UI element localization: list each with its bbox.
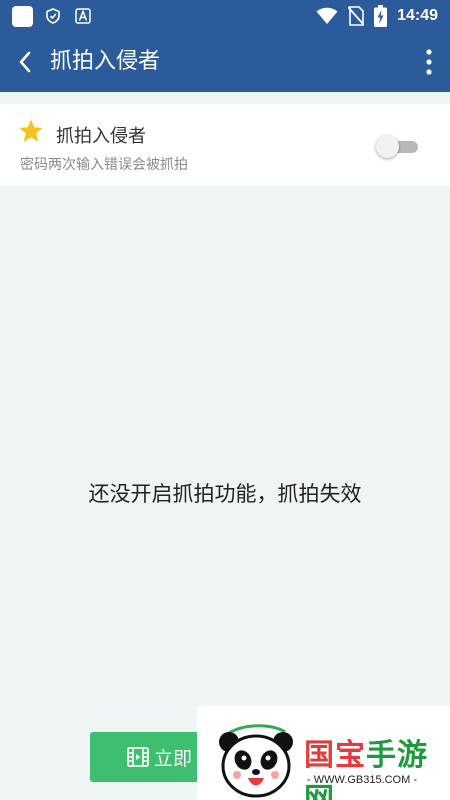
app-square-icon [12, 6, 33, 27]
empty-state-message: 还没开启抓拍功能，抓拍失效 [88, 482, 362, 506]
intruder-capture-setting[interactable]: 抓拍入侵者 密码两次输入错误会被抓拍 [0, 104, 450, 186]
watermark-site: - WWW.GB315.COM - [307, 774, 417, 786]
status-bar: 14:49 [0, 0, 450, 32]
page-title: 抓拍入侵者 [50, 49, 161, 74]
wifi-icon [316, 7, 338, 24]
setting-description: 密码两次输入错误会被抓拍 [20, 157, 188, 173]
film-icon [127, 747, 149, 767]
font-a-icon [75, 8, 91, 24]
more-vert-icon[interactable] [424, 48, 434, 76]
start-now-label: 立即 [154, 748, 193, 770]
star-icon [19, 119, 43, 142]
no-sim-icon [348, 6, 365, 26]
panda-logo-icon [219, 724, 293, 798]
toolbar: 抓拍入侵者 [0, 32, 450, 92]
back-arrow-icon[interactable] [14, 48, 38, 76]
watermark-brand: 国宝手游网 [304, 730, 450, 800]
battery-charging-icon [374, 5, 388, 27]
shield-icon [46, 8, 60, 24]
toggle-thumb [376, 135, 399, 158]
status-time: 14:49 [397, 7, 438, 24]
setting-title: 抓拍入侵者 [56, 126, 146, 147]
watermark-overlay: 国宝手游网 - WWW.GB315.COM - [197, 706, 450, 800]
watermark-brand-part1: 国宝 [304, 738, 366, 773]
intruder-capture-toggle[interactable] [376, 135, 418, 158]
